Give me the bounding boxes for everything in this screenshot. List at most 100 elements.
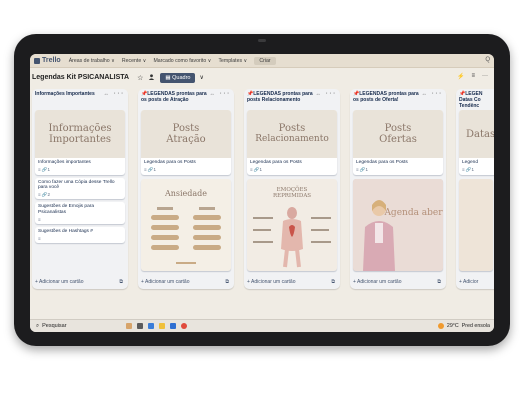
card-cover: Posts Ofertas bbox=[353, 110, 443, 158]
list-relacionamento[interactable]: 📌LEGENDAS prontas para posts Relacioname… bbox=[244, 89, 340, 289]
card-title: Legend bbox=[462, 160, 479, 165]
card-badges: ≡ 🔗1 bbox=[462, 166, 474, 172]
nav-templates[interactable]: Templates ∨ bbox=[218, 58, 247, 64]
create-button[interactable]: Criar bbox=[254, 56, 276, 65]
woman-photo bbox=[353, 178, 443, 271]
list-item[interactable]: Como fazer uma Cópia desse Trello para v… bbox=[35, 177, 125, 200]
list-title[interactable]: 📌LEGEN Datas Co Tendênc bbox=[459, 91, 493, 109]
system-tray: 29°C Pred ensola bbox=[437, 323, 490, 329]
list-title-text: LEGENDAS prontas para posts Relacionamen… bbox=[247, 91, 313, 103]
template-icon[interactable]: ⧉ bbox=[225, 279, 229, 285]
board-lists: Informações Importantes ↔ ··· Informaçõe… bbox=[30, 89, 494, 315]
card-title: Legendas para os Posts bbox=[144, 160, 196, 165]
nav-recent[interactable]: Recente ∨ bbox=[122, 58, 147, 64]
image-card-datas[interactable] bbox=[459, 178, 493, 271]
cover-line-1: Informações bbox=[48, 123, 112, 134]
nav-workspaces[interactable]: Áreas de trabalho ∨ bbox=[69, 58, 115, 64]
search-icon: ⌕ bbox=[36, 322, 40, 329]
cover-card[interactable]: Informações Importantes Informações impo… bbox=[35, 110, 125, 175]
people-icon[interactable] bbox=[148, 73, 155, 82]
widgets-icon[interactable] bbox=[126, 323, 132, 329]
star-icon[interactable]: ☆ bbox=[137, 74, 143, 82]
add-card-label: + Adicionar um cartão bbox=[141, 279, 190, 285]
card-cover: Informações Importantes bbox=[35, 110, 125, 158]
add-card-label: + Adicior bbox=[459, 279, 479, 285]
trello-logo[interactable]: Trello bbox=[34, 57, 61, 64]
template-icon[interactable]: ⧉ bbox=[119, 279, 123, 285]
cover-line-2: Atração bbox=[166, 134, 206, 145]
cover-card[interactable]: Posts Relacionamento Legendas para os Po… bbox=[247, 110, 337, 175]
filter-icon[interactable]: ≡ bbox=[471, 73, 475, 80]
card-badges: ≡ 🔗2 bbox=[38, 191, 50, 197]
list-header[interactable]: 📌LEGEN Datas Co Tendênc bbox=[456, 89, 494, 109]
explorer-icon[interactable] bbox=[159, 323, 165, 329]
card-title: Como fazer uma Cópia desse Trello para v… bbox=[38, 179, 115, 191]
cover-line-2: Ofertas bbox=[379, 134, 417, 145]
list-title[interactable]: 📌LEGENDAS prontas para os posts de Ofert… bbox=[353, 91, 419, 103]
list-item[interactable]: Sugestões de Hashtags # ≡ bbox=[35, 227, 125, 244]
list-actions-icon[interactable]: ↔ ··· bbox=[316, 91, 337, 97]
power-up-icon[interactable]: ⚡ bbox=[457, 73, 464, 80]
chevron-down-icon[interactable]: ∨ bbox=[199, 74, 203, 81]
cover-card[interactable]: Posts Ofertas Legendas para os Posts ≡ 🔗… bbox=[353, 110, 443, 175]
list-header[interactable]: 📌LEGENDAS prontas para os posts de Ofert… bbox=[350, 89, 446, 107]
cover-line-1: Posts bbox=[384, 123, 412, 134]
list-title[interactable]: 📌LEGENDAS prontas para posts Relacioname… bbox=[247, 91, 313, 103]
weather-text: Pred ensola bbox=[461, 323, 490, 329]
cover-line-1: Posts bbox=[278, 123, 306, 134]
list-title-text: LEGENDAS prontas para os posts de Atraçã… bbox=[141, 91, 207, 103]
list-item[interactable]: Sugestões de Emojis para Psicanalistas ≡ bbox=[35, 202, 125, 225]
list-informacoes[interactable]: Informações Importantes ↔ ··· Informaçõe… bbox=[32, 89, 128, 289]
add-card-button[interactable]: + Adicionar um cartão ⧉ bbox=[35, 277, 125, 287]
trello-logo-icon bbox=[34, 57, 40, 64]
list-atracao[interactable]: 📌LEGENDAS prontas para os posts de Atraç… bbox=[138, 89, 234, 289]
add-card-label: + Adicionar um cartão bbox=[35, 279, 84, 285]
add-card-button[interactable]: + Adicionar um cartão ⧉ bbox=[353, 277, 443, 287]
add-card-button[interactable]: + Adicionar um cartão ⧉ bbox=[141, 277, 231, 287]
logo-text: Trello bbox=[42, 57, 61, 64]
taskbar-search[interactable]: ⌕ Pesquisar bbox=[36, 323, 106, 330]
image-card-emocoes[interactable]: EMOÇÕES REPRIMIDAS bbox=[247, 178, 337, 271]
add-card-label: + Adicionar um cartão bbox=[247, 279, 296, 285]
cover-card[interactable]: Posts Atração Legendas para os Posts ≡ 🔗… bbox=[141, 110, 231, 175]
task-view-icon[interactable] bbox=[137, 323, 143, 329]
list-header[interactable]: 📌LEGENDAS prontas para posts Relacioname… bbox=[244, 89, 340, 107]
list-title[interactable]: 📌LEGENDAS prontas para os posts de Atraç… bbox=[141, 91, 207, 103]
template-icon[interactable]: ⧉ bbox=[331, 279, 335, 285]
add-card-button[interactable]: + Adicionar um cartão ⧉ bbox=[247, 277, 337, 287]
cover-card[interactable]: Datas C Legend ≡ 🔗1 bbox=[459, 110, 494, 175]
card-badges: ≡ 🔗1 bbox=[38, 166, 50, 172]
board-header: Legendas Kit PSICANALISTA ☆ ▦ Quadro ∨ ⚡… bbox=[30, 69, 494, 86]
board-view-label: Quadro bbox=[172, 74, 191, 81]
menu-icon[interactable]: ··· bbox=[482, 73, 488, 80]
cover-line-2: Importantes bbox=[48, 134, 112, 145]
cover-line-2: Relacionamento bbox=[255, 134, 329, 144]
card-badges: ≡ 🔗1 bbox=[250, 166, 262, 172]
card-cover: Posts Atração bbox=[141, 110, 231, 158]
search-icon[interactable]: Q bbox=[485, 57, 490, 63]
nav-starred[interactable]: Marcado como favorito ∨ bbox=[153, 58, 211, 64]
list-ofertas[interactable]: 📌LEGENDAS prontas para os posts de Ofert… bbox=[350, 89, 446, 289]
board-view-button[interactable]: ▦ Quadro bbox=[160, 72, 196, 83]
card-badges: ≡ 🔗1 bbox=[144, 166, 156, 172]
image-card-agenda[interactable]: Agenda aberta bbox=[353, 178, 443, 271]
ansiedade-graphic bbox=[151, 206, 221, 264]
card-title: Legendas para os Posts bbox=[356, 160, 408, 165]
board-title[interactable]: Legendas Kit PSICANALISTA bbox=[32, 74, 129, 81]
list-actions-icon[interactable]: ↔ ··· bbox=[422, 91, 443, 97]
store-icon[interactable] bbox=[170, 323, 176, 329]
list-actions-icon[interactable]: ↔ ··· bbox=[104, 91, 125, 97]
chrome-icon[interactable] bbox=[181, 323, 187, 329]
template-icon[interactable]: ⧉ bbox=[437, 279, 441, 285]
list-header[interactable]: 📌LEGENDAS prontas para os posts de Atraç… bbox=[138, 89, 234, 107]
card-title: Sugestões de Emojis para Psicanalistas bbox=[38, 204, 94, 215]
list-header[interactable]: Informações Importantes ↔ ··· bbox=[32, 89, 128, 107]
list-datas-comemorativas[interactable]: 📌LEGEN Datas Co Tendênc Datas C Legend ≡… bbox=[456, 89, 494, 289]
image-card-ansiedade[interactable]: Ansiedade bbox=[141, 178, 231, 271]
list-title[interactable]: Informações Importantes bbox=[35, 91, 101, 97]
weather-icon[interactable] bbox=[437, 323, 444, 329]
card-title: Legendas para os Posts bbox=[250, 160, 302, 165]
add-card-button[interactable]: + Adicior bbox=[459, 277, 494, 287]
edge-icon[interactable] bbox=[148, 323, 154, 329]
list-actions-icon[interactable]: ↔ ··· bbox=[210, 91, 231, 97]
